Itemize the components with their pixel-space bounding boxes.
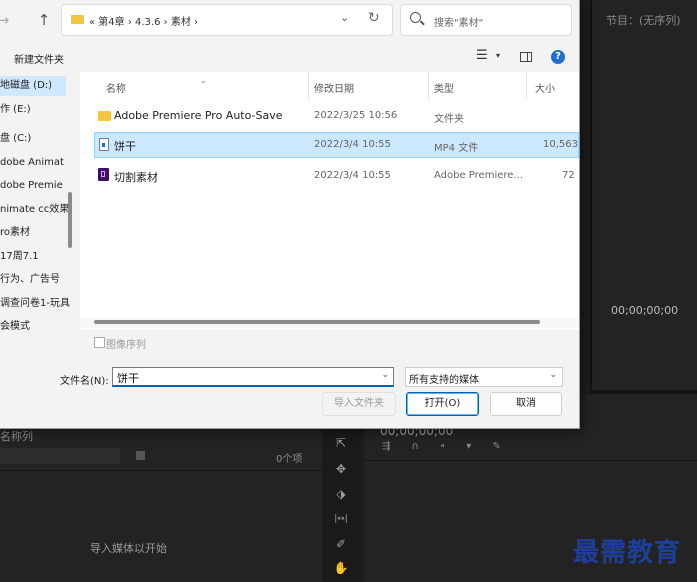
program-timecode: 00;00;00;00 (611, 304, 679, 317)
file-row-auto-save[interactable]: Adobe Premiere Pro Auto-Save 2022/3/25 1… (94, 103, 579, 129)
bin-icon[interactable] (136, 451, 145, 460)
sidebar-item-drive-e[interactable]: 作 (E:) (0, 100, 31, 120)
column-header-modified[interactable]: 修改日期 (314, 80, 354, 95)
video-file-icon (99, 138, 109, 151)
file-name: Adobe Premiere Pro Auto-Save (114, 109, 283, 122)
import-folder-button[interactable]: 导入文件夹 (322, 392, 396, 416)
search-input[interactable]: 搜索"素材" (434, 14, 483, 29)
dialog-footer: 文件名(N): 饼干 ⌄ 所有支持的媒体 ⌄ 导入文件夹 打开(O) 取消 (0, 356, 579, 428)
horizontal-scrollbar[interactable] (94, 320, 540, 324)
project-column-name: 名称列 (0, 430, 33, 443)
dialog-toolbar: 新建文件夹 ☰ ▾ ? (0, 42, 579, 72)
track-select-tool-icon[interactable]: ⇱ (333, 436, 349, 450)
chevron-down-icon[interactable]: ⌄ (340, 11, 349, 24)
column-header-name[interactable]: 名称 ⌃ (106, 80, 207, 95)
column-divider[interactable] (428, 72, 429, 100)
cancel-button[interactable]: 取消 (490, 392, 562, 416)
open-button[interactable]: 打开(O) (406, 392, 479, 416)
file-modified: 2022/3/4 10:55 (314, 170, 391, 181)
razor-tool-icon[interactable]: ⬗ (333, 487, 349, 501)
sidebar-item-mode[interactable]: 会模式 (0, 317, 30, 330)
sidebar-item-drive-d[interactable]: 地磁盘 (D:) (0, 76, 66, 96)
slip-tool-icon[interactable]: |↔| (333, 512, 349, 526)
file-type: Adobe Premiere... (434, 170, 523, 181)
file-type: MP4 文件 (434, 143, 479, 154)
preview-pane-icon[interactable] (520, 52, 532, 62)
timeline-tool-icons[interactable]: ⇶ ∩ ⁌ ▾ ✎ (382, 441, 510, 452)
up-icon[interactable]: ↑ (33, 9, 55, 31)
sort-up-icon: ⌃ (200, 80, 207, 89)
view-options-icon[interactable]: ☰ (476, 48, 488, 63)
column-header-size[interactable]: 大小 (535, 80, 555, 95)
sidebar-item-adobe-premiere[interactable]: dobe Premie (0, 176, 63, 196)
sidebar-scrollbar[interactable] (68, 192, 72, 248)
sidebar-item-adobe-animate[interactable]: dobe Animat (0, 153, 64, 173)
image-sequence-row: 图像序列 (0, 330, 579, 356)
breadcrumb[interactable]: « 第4章 › 4.3.6 › 素材 › (89, 13, 198, 28)
filename-label: 文件名(N): (60, 376, 109, 387)
search-box[interactable]: 搜索"素材" (400, 4, 572, 36)
new-folder-button[interactable]: 新建文件夹 (14, 51, 64, 66)
program-monitor (590, 0, 697, 390)
column-divider[interactable] (526, 72, 527, 100)
sidebar-item-survey[interactable]: 调查问卷1-玩具 (0, 294, 70, 314)
file-modified: 2022/3/25 10:56 (314, 110, 398, 121)
pen-tool-icon[interactable]: ✐ (333, 537, 349, 551)
sidebar-item-ads[interactable]: 行为、广告号 (0, 270, 60, 290)
file-row-cut-assets[interactable]: 切割素材 2022/3/4 10:55 Adobe Premiere... 72 (94, 163, 579, 189)
file-type-value: 所有支持的媒体 (409, 375, 479, 386)
navigation-bar: → ↑ « 第4章 › 4.3.6 › 素材 › ⌄ ↻ 搜索"素材" (0, 0, 579, 42)
file-list: 名称 ⌃ 修改日期 类型 大小 Adobe Premiere Pro Auto-… (80, 72, 579, 330)
refresh-icon[interactable]: ↻ (368, 10, 380, 26)
filename-value: 饼干 (117, 372, 139, 385)
file-name: 饼干 (114, 140, 136, 153)
search-icon (410, 12, 421, 23)
file-row-biscuit[interactable]: 饼干 2022/3/4 10:55 MP4 文件 10,563 (94, 132, 579, 158)
sidebar-item-pr-assets[interactable]: ro素材 (0, 223, 30, 243)
sidebar-item-week17[interactable]: 17周7.1 (0, 247, 39, 267)
navigation-pane: 地磁盘 (D:) 作 (E:) 盘 (C:) dobe Animat dobe … (0, 72, 80, 330)
column-header-type[interactable]: 类型 (434, 80, 454, 95)
chevron-down-icon[interactable]: ⌄ (381, 370, 389, 380)
folder-icon (98, 111, 111, 121)
file-type: 文件夹 (434, 114, 464, 125)
tools-panel (322, 428, 362, 582)
project-item-count: 0个项 (276, 454, 303, 465)
sidebar-item-drive-c[interactable]: 盘 (C:) (0, 129, 31, 149)
file-size: 10,563 (543, 139, 578, 150)
folder-icon (71, 15, 84, 24)
premiere-project-icon (98, 168, 109, 181)
column-divider[interactable] (308, 72, 309, 100)
filename-input[interactable]: 饼干 ⌄ (112, 367, 394, 387)
hand-tool-icon[interactable]: ✋ (333, 561, 349, 575)
file-type-select[interactable]: 所有支持的媒体 ⌄ (405, 367, 563, 387)
help-icon[interactable]: ? (551, 50, 565, 64)
address-bar[interactable]: « 第4章 › 4.3.6 › 素材 › ⌄ ↻ (61, 4, 393, 36)
timeline-divider (364, 460, 697, 461)
forward-icon[interactable]: → (0, 9, 14, 31)
project-empty-hint: 导入媒体以开始 (90, 542, 167, 555)
file-name: 切割素材 (114, 171, 158, 184)
project-search-input[interactable] (0, 448, 120, 464)
watermark-logo: 最需教育 (573, 538, 682, 568)
file-size: 72 (562, 170, 575, 181)
ripple-edit-tool-icon[interactable]: ✥ (333, 462, 349, 476)
import-file-dialog: → ↑ « 第4章 › 4.3.6 › 素材 › ⌄ ↻ 搜索"素材" 新建文件… (0, 0, 580, 429)
program-monitor-title: 节目：(无序列) (606, 14, 681, 27)
image-sequence-checkbox[interactable] (94, 337, 105, 348)
project-divider (0, 470, 322, 471)
sidebar-item-animate-effects[interactable]: nimate cc效果 (0, 200, 69, 220)
file-modified: 2022/3/4 10:55 (314, 139, 391, 150)
chevron-down-icon[interactable]: ⌄ (549, 370, 557, 380)
view-dropdown-icon[interactable]: ▾ (496, 51, 500, 60)
image-sequence-label: 图像序列 (106, 340, 146, 351)
column-name-label: 名称 (106, 84, 126, 95)
